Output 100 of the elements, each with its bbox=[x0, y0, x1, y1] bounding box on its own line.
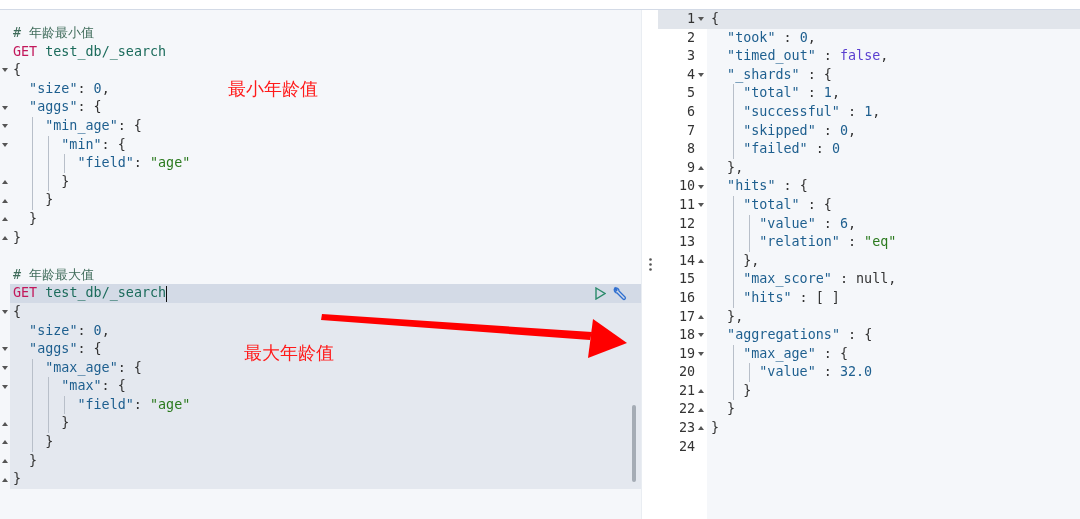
code-line: }, bbox=[727, 159, 744, 175]
line-number: 8 bbox=[686, 140, 695, 159]
code-line: "max": { bbox=[60, 377, 126, 396]
annotation-label: 最大年龄值 bbox=[244, 341, 334, 365]
line-number: 18 bbox=[678, 326, 695, 345]
fold-caret-icon[interactable] bbox=[2, 235, 8, 240]
line-number: 14 bbox=[678, 251, 695, 270]
code-comment: # 年龄最大值 bbox=[13, 265, 95, 284]
line-number: 4 bbox=[686, 65, 695, 84]
annotation-label: 最小年龄值 bbox=[228, 77, 318, 101]
code-line: "size": 0, bbox=[28, 321, 110, 340]
code-line: { bbox=[13, 61, 22, 80]
code-line: "hits" : { bbox=[727, 178, 808, 194]
line-number: 16 bbox=[678, 288, 695, 307]
code-line: "min": { bbox=[60, 135, 126, 154]
line-number: 13 bbox=[678, 233, 695, 252]
drag-handle-icon[interactable] bbox=[648, 258, 652, 271]
line-number: 7 bbox=[686, 121, 695, 140]
line-number: 3 bbox=[686, 47, 695, 66]
code-line: } bbox=[711, 420, 720, 436]
code-line: } bbox=[28, 451, 38, 470]
code-line: "total" : 1, bbox=[743, 85, 840, 101]
code-line: "_shards" : { bbox=[727, 66, 832, 82]
fold-caret-icon[interactable] bbox=[2, 68, 8, 73]
code-line: } bbox=[13, 228, 22, 247]
line-number: 6 bbox=[686, 102, 695, 121]
code-line: "value" : 32.0 bbox=[759, 364, 873, 380]
line-number: 17 bbox=[678, 307, 695, 326]
line-number: 21 bbox=[678, 381, 695, 400]
fold-caret-icon[interactable] bbox=[698, 166, 704, 171]
fold-caret-icon[interactable] bbox=[2, 198, 8, 203]
code-line: "size": 0, bbox=[28, 79, 110, 98]
line-number: 12 bbox=[678, 214, 695, 233]
fold-caret-icon[interactable] bbox=[698, 314, 704, 319]
request-line: GET test_db/_search bbox=[13, 42, 167, 62]
play-icon[interactable] bbox=[595, 287, 606, 301]
code-line: "hits" : [ ] bbox=[743, 289, 840, 305]
code-line: "aggregations" : { bbox=[727, 327, 873, 343]
code-line: "max_age" : { bbox=[743, 345, 848, 361]
fold-caret-icon[interactable] bbox=[2, 105, 8, 110]
code-line: } bbox=[60, 172, 70, 191]
fold-caret-icon[interactable] bbox=[2, 366, 8, 370]
fold-caret-icon[interactable] bbox=[698, 259, 704, 263]
code-line: "aggs": { bbox=[28, 98, 102, 117]
line-number: 5 bbox=[686, 84, 695, 103]
code-line: "max_score" : null, bbox=[743, 271, 897, 287]
code-line: "successful" : 1, bbox=[743, 103, 881, 119]
request-line: GET test_db/_search bbox=[13, 284, 167, 303]
code-line: { bbox=[711, 11, 720, 26]
fold-caret-icon[interactable] bbox=[2, 347, 8, 352]
fold-caret-icon[interactable] bbox=[698, 184, 704, 189]
code-line: { bbox=[13, 302, 22, 321]
fold-caret-icon[interactable] bbox=[2, 440, 8, 445]
fold-caret-icon[interactable] bbox=[2, 458, 8, 463]
fold-caret-icon[interactable] bbox=[698, 203, 704, 208]
line-number: 23 bbox=[678, 419, 695, 438]
code-comment: # 年龄最小值 bbox=[13, 24, 95, 42]
code-line: } bbox=[743, 382, 752, 398]
line-number: 1 bbox=[686, 10, 695, 28]
code-line: } bbox=[44, 433, 54, 452]
code-line: "timed_out" : false, bbox=[727, 48, 889, 64]
line-number: 10 bbox=[678, 177, 695, 196]
code-line: "total" : { bbox=[743, 196, 832, 212]
fold-caret-icon[interactable] bbox=[2, 217, 8, 222]
fold-caret-icon[interactable] bbox=[698, 407, 704, 412]
code-line: } bbox=[28, 209, 38, 228]
code-line: "value" : 6, bbox=[759, 215, 857, 231]
fold-caret-icon[interactable] bbox=[2, 180, 8, 185]
code-line: "max_age": { bbox=[44, 358, 142, 378]
fold-caret-icon[interactable] bbox=[2, 421, 8, 426]
fold-caret-icon[interactable] bbox=[698, 73, 704, 78]
line-number: 19 bbox=[678, 344, 695, 363]
code-line: "failed" : 0 bbox=[743, 141, 840, 157]
fold-caret-icon[interactable] bbox=[2, 124, 8, 129]
code-line: }, bbox=[727, 308, 744, 324]
fold-caret-icon[interactable] bbox=[2, 310, 8, 315]
scrollbar[interactable] bbox=[632, 405, 636, 482]
wrench-icon[interactable] bbox=[612, 286, 627, 302]
fold-caret-icon[interactable] bbox=[698, 17, 704, 22]
code-line: "relation" : "eq" bbox=[759, 234, 897, 250]
line-number: 11 bbox=[678, 195, 695, 214]
fold-caret-icon[interactable] bbox=[698, 389, 704, 394]
line-number: 9 bbox=[686, 158, 695, 177]
line-number: 2 bbox=[686, 28, 695, 47]
code-line: "min_age": { bbox=[44, 116, 142, 136]
code-line: } bbox=[727, 401, 736, 417]
line-number: 15 bbox=[678, 270, 695, 289]
code-line: "field": "age" bbox=[76, 395, 191, 414]
code-line: "took" : 0, bbox=[727, 29, 816, 45]
fold-caret-icon[interactable] bbox=[2, 142, 8, 147]
code-line: "skipped" : 0, bbox=[743, 122, 857, 138]
fold-caret-icon[interactable] bbox=[698, 333, 704, 338]
fold-caret-icon[interactable] bbox=[2, 477, 8, 482]
fold-caret-icon[interactable] bbox=[698, 426, 704, 431]
code-line: } bbox=[44, 191, 54, 210]
code-line: }, bbox=[743, 252, 760, 268]
code-line: "aggs": { bbox=[28, 340, 102, 359]
fold-caret-icon[interactable] bbox=[2, 384, 8, 389]
line-number: 22 bbox=[678, 400, 695, 419]
fold-caret-icon[interactable] bbox=[698, 352, 704, 356]
